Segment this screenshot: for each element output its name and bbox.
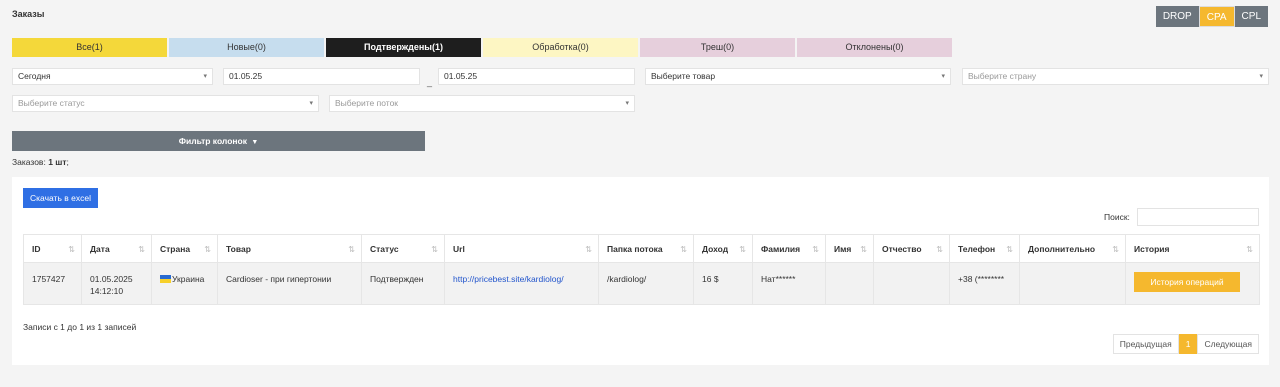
cell-folder: /kardiolog/: [598, 262, 694, 305]
orders-count: Заказов: 1 шт;: [12, 157, 69, 167]
date-to-value: 01.05.25: [444, 71, 478, 81]
pagination: Предыдущая 1 Следующая: [1112, 334, 1259, 354]
column-header-url[interactable]: Url ⇅: [444, 234, 599, 263]
status-placeholder: Выберите статус: [18, 98, 85, 108]
cell-income: 16 $: [693, 262, 753, 305]
sort-icon: ⇅: [431, 245, 438, 254]
tab-processing[interactable]: Обработка(0): [483, 38, 638, 57]
search-label: Поиск:: [1104, 212, 1130, 222]
product-select[interactable]: Выберите товар ▾: [645, 68, 951, 85]
page-title: Заказы: [12, 9, 45, 19]
column-header-income[interactable]: Доход ⇅: [693, 234, 753, 263]
url-link[interactable]: http://pricebest.site/kardiolog/: [453, 274, 564, 284]
column-header-status[interactable]: Статус ⇅: [361, 234, 445, 263]
column-header-product[interactable]: Товар ⇅: [217, 234, 362, 263]
cell-history: История операций: [1125, 262, 1260, 305]
history-button[interactable]: История операций: [1134, 272, 1240, 292]
tab-rejected[interactable]: Отклонены(0): [797, 38, 952, 57]
orders-card: Скачать в excel Поиск: ID ⇅ Дата ⇅ Страна ⇅…: [12, 177, 1269, 365]
sort-icon: ⇅: [812, 245, 819, 254]
sort-icon: ⇅: [68, 245, 75, 254]
sort-icon: ⇅: [936, 245, 943, 254]
cell-url: http://pricebest.site/kardiolog/: [444, 262, 599, 305]
date-separator: _: [427, 77, 433, 87]
next-page-button[interactable]: Следующая: [1197, 334, 1259, 354]
table-row: 1757427 01.05.2025 14:12:10 Украина Cardi…: [23, 262, 1260, 305]
sort-icon: ⇅: [739, 245, 746, 254]
records-info: Записи с 1 до 1 из 1 записей: [23, 322, 137, 332]
date-from-value: 01.05.25: [229, 71, 263, 81]
column-header-history[interactable]: История ⇅: [1125, 234, 1260, 263]
cpl-toggle[interactable]: CPL: [1234, 6, 1268, 27]
column-header-last-name[interactable]: Фамилия ⇅: [752, 234, 826, 263]
period-value: Сегодня: [18, 71, 51, 81]
sort-icon: ⇅: [204, 245, 211, 254]
page-1-button[interactable]: 1: [1178, 334, 1198, 354]
date-to-input[interactable]: 01.05.25: [438, 68, 635, 85]
chevron-down-icon: ▾: [1259, 73, 1263, 80]
sort-icon: ⇅: [138, 245, 145, 254]
tab-confirmed[interactable]: Подтверждены(1): [326, 38, 481, 57]
orders-count-value: 1 шт: [48, 157, 67, 167]
cpa-toggle[interactable]: CPA: [1198, 6, 1235, 27]
tab-all[interactable]: Все(1): [12, 38, 167, 57]
cell-product: Cardioser - при гипертонии: [217, 262, 362, 305]
cell-first-name: [825, 262, 874, 305]
chevron-down-icon: ▾: [941, 73, 945, 80]
column-header-date[interactable]: Дата ⇅: [81, 234, 152, 263]
column-header-id[interactable]: ID ⇅: [23, 234, 82, 263]
cell-phone: +38 (********: [949, 262, 1020, 305]
prev-page-button[interactable]: Предыдущая: [1112, 334, 1179, 354]
column-filter-label: Фильтр колонок: [178, 136, 247, 146]
cell-id: 1757427: [23, 262, 82, 305]
cell-date: 01.05.2025 14:12:10: [81, 262, 152, 305]
download-excel-button[interactable]: Скачать в excel: [23, 188, 98, 208]
country-placeholder: Выберите страну: [968, 71, 1037, 81]
tab-trash[interactable]: Треш(0): [640, 38, 795, 57]
country-select[interactable]: Выберите страну ▾: [962, 68, 1269, 85]
sort-icon: ⇅: [348, 245, 355, 254]
column-header-phone[interactable]: Телефон ⇅: [949, 234, 1020, 263]
orders-table: ID ⇅ Дата ⇅ Страна ⇅ Товар ⇅ Статус ⇅ Url ⇅ Па…: [23, 234, 1260, 305]
status-tabs: Все(1) Новые(0) Подтверждены(1) Обработк…: [12, 38, 954, 57]
column-header-country[interactable]: Страна ⇅: [151, 234, 218, 263]
sort-icon: ⇅: [860, 245, 867, 254]
product-placeholder: Выберите товар: [651, 71, 716, 81]
drop-toggle[interactable]: DROP: [1155, 6, 1199, 27]
sort-icon: ⇅: [1006, 245, 1013, 254]
table-header-row: ID ⇅ Дата ⇅ Страна ⇅ Товар ⇅ Статус ⇅ Url ⇅ Па…: [23, 234, 1260, 263]
stream-placeholder: Выберите поток: [335, 98, 399, 108]
search-input[interactable]: [1137, 208, 1259, 226]
column-filter-button[interactable]: Фильтр колонок ▼: [12, 131, 425, 151]
cell-country: Украина: [151, 262, 218, 305]
cell-extra: [1019, 262, 1126, 305]
sort-icon: ⇅: [585, 245, 592, 254]
tab-new[interactable]: Новые(0): [169, 38, 324, 57]
date-from-input[interactable]: 01.05.25: [223, 68, 420, 85]
model-switch: DROP CPA CPL: [1155, 6, 1268, 27]
cell-last-name: Нат******: [752, 262, 826, 305]
status-select[interactable]: Выберите статус ▾: [12, 95, 319, 112]
period-select[interactable]: Сегодня ▾: [12, 68, 213, 85]
cell-patronymic: [873, 262, 950, 305]
ukraine-flag-icon: [160, 275, 171, 283]
sort-icon: ⇅: [1246, 245, 1253, 254]
column-header-extra[interactable]: Дополнительно ⇅: [1019, 234, 1126, 263]
sort-icon: ⇅: [680, 245, 687, 254]
chevron-down-icon: ▾: [625, 100, 629, 107]
orders-count-label: Заказов:: [12, 157, 46, 167]
chevron-down-icon: ▾: [203, 73, 207, 80]
caret-down-icon: ▼: [249, 139, 259, 146]
sort-icon: ⇅: [1112, 245, 1119, 254]
stream-select[interactable]: Выберите поток ▾: [329, 95, 635, 112]
cell-status: Подтвержден: [361, 262, 445, 305]
column-header-first-name[interactable]: Имя ⇅: [825, 234, 874, 263]
column-header-folder[interactable]: Папка потока ⇅: [598, 234, 694, 263]
column-header-patronymic[interactable]: Отчество ⇅: [873, 234, 950, 263]
chevron-down-icon: ▾: [309, 100, 313, 107]
